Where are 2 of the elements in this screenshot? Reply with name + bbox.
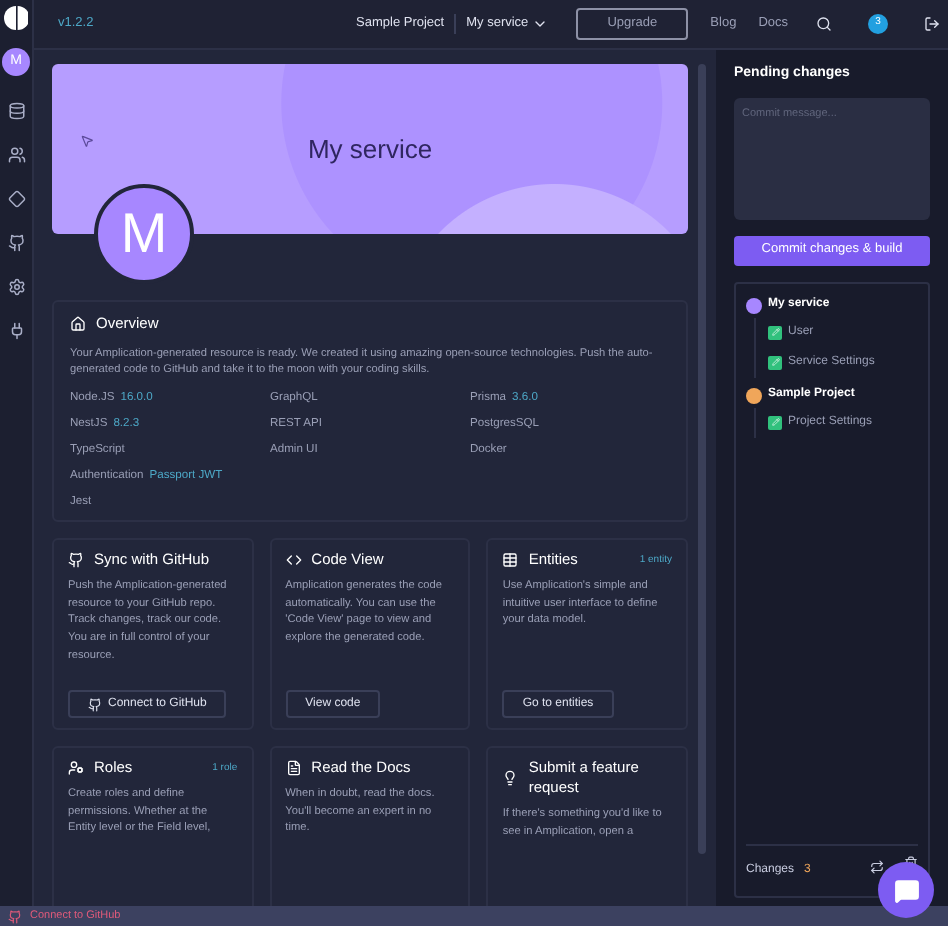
service-title: My service [307,131,433,168]
service-avatar: M [94,184,194,284]
